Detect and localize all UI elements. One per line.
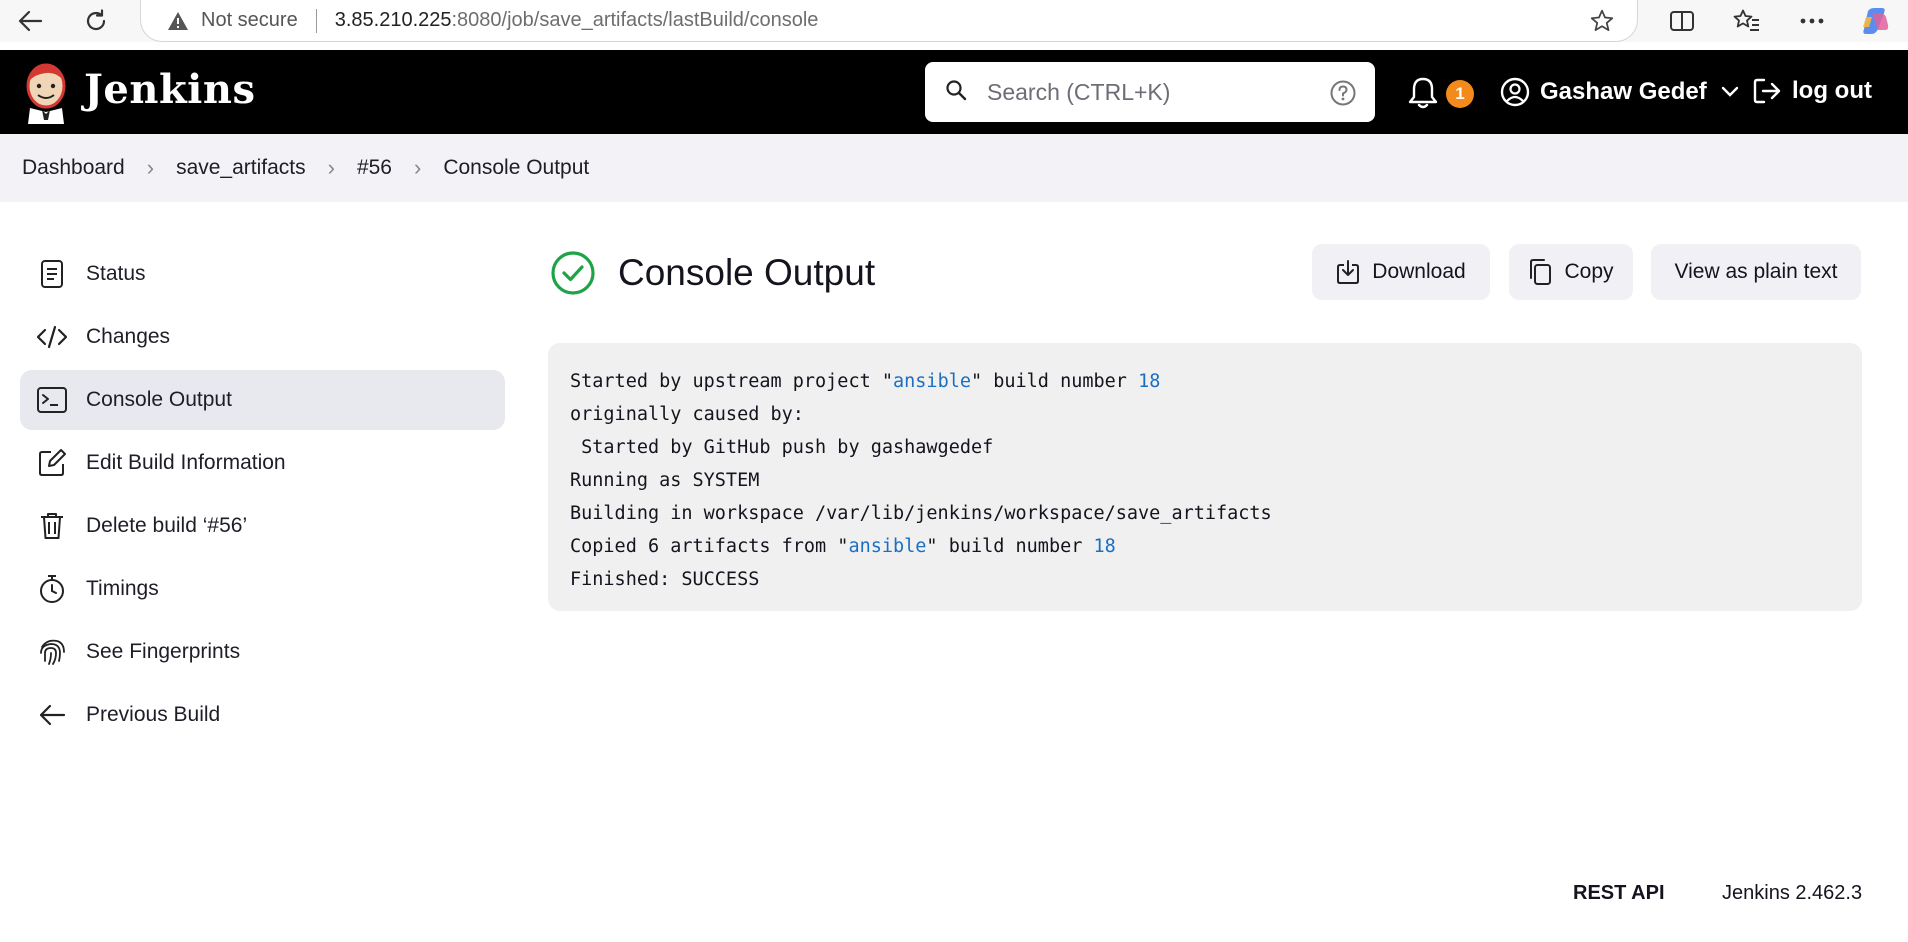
logout-link[interactable]: log out — [1752, 77, 1872, 105]
sidebar-item-label: Console Output — [86, 388, 232, 411]
arrow-left-icon — [36, 699, 68, 731]
view-plain-text-label: View as plain text — [1674, 260, 1838, 283]
notifications-bell-icon[interactable] — [1407, 76, 1439, 115]
console-text: Copied 6 artifacts from " — [570, 536, 849, 557]
sidebar-item-label: Changes — [86, 325, 171, 348]
user-name: Gashaw Gedef — [1540, 78, 1707, 105]
sidebar: Status Changes Console Output Edit Build… — [20, 244, 505, 748]
console-line: originally caused by: — [570, 404, 804, 425]
console-line: Started by upstream project "ansible" bu… — [570, 365, 1840, 398]
user-avatar-icon — [1500, 77, 1530, 107]
build-number-link[interactable]: 18 — [1094, 536, 1116, 557]
rest-api-link[interactable]: REST API — [1573, 882, 1665, 905]
console-text: " build number — [926, 536, 1094, 557]
page-title-text: Console Output — [618, 252, 876, 293]
console-output: Started by upstream project "ansible" bu… — [548, 343, 1862, 611]
browser-toolbar: Not secure 3.85.210.225:8080/job/save_ar… — [0, 0, 1908, 42]
sidebar-item-previous-build[interactable]: Previous Build — [20, 685, 505, 745]
breadcrumb: Dashboard › save_artifacts › #56 › Conso… — [0, 134, 1908, 202]
search-input[interactable] — [987, 78, 1317, 106]
sidebar-item-label: Timings — [86, 577, 159, 600]
warning-icon — [168, 11, 188, 30]
address-bar[interactable]: Not secure 3.85.210.225:8080/job/save_ar… — [140, 0, 1638, 42]
logout-icon — [1753, 78, 1781, 104]
build-number-link[interactable]: 18 — [1138, 371, 1160, 392]
upstream-project-link[interactable]: ansible — [893, 371, 971, 392]
jenkins-brand[interactable]: Jenkins — [84, 66, 255, 113]
user-menu[interactable]: Gashaw Gedef — [1500, 77, 1749, 107]
breadcrumb-current[interactable]: Console Output — [443, 156, 589, 180]
chevron-right-icon: › — [327, 155, 335, 180]
split-screen-icon[interactable] — [1665, 6, 1699, 36]
sidebar-item-edit-build-information[interactable]: Edit Build Information — [20, 433, 505, 493]
view-plain-text-button[interactable]: View as plain text — [1651, 244, 1861, 300]
chevron-right-icon: › — [146, 155, 155, 180]
sidebar-item-label: Previous Build — [86, 703, 221, 726]
console-text: " build number — [970, 371, 1139, 392]
sidebar-item-label: Edit Build Information — [86, 451, 286, 474]
help-icon[interactable] — [1329, 79, 1357, 112]
security-indicator[interactable]: Not secure — [167, 9, 298, 32]
trash-icon — [36, 510, 68, 542]
console-line: Finished: SUCCESS — [570, 569, 760, 590]
not-secure-label: Not secure — [201, 9, 298, 31]
jenkins-version[interactable]: Jenkins 2.462.3 — [1722, 882, 1862, 905]
console-line: Copied 6 artifacts from "ansible" build … — [570, 530, 1840, 563]
fingerprint-icon — [36, 636, 68, 668]
chevron-right-icon: › — [414, 155, 422, 180]
breadcrumb-dashboard[interactable]: Dashboard — [22, 156, 125, 180]
url-path: :8080/job/save_artifacts/lastBuild/conso… — [451, 9, 819, 31]
url-text[interactable]: 3.85.210.225:8080/job/save_artifacts/las… — [335, 9, 819, 32]
download-icon — [1337, 260, 1360, 284]
copy-label: Copy — [1564, 260, 1614, 283]
sidebar-item-timings[interactable]: Timings — [20, 559, 505, 619]
console-line: Running as SYSTEM — [570, 470, 760, 491]
download-label: Download — [1372, 260, 1466, 283]
download-button[interactable]: Download — [1312, 244, 1490, 300]
terminal-icon — [36, 384, 68, 416]
code-icon — [36, 321, 68, 353]
chevron-down-icon[interactable] — [1721, 86, 1739, 98]
breadcrumb-job[interactable]: save_artifacts — [176, 156, 306, 180]
favorites-icon[interactable] — [1730, 6, 1764, 36]
sidebar-item-console-output[interactable]: Console Output — [20, 370, 505, 430]
sidebar-item-label: Status — [86, 262, 146, 285]
sidebar-item-see-fingerprints[interactable]: See Fingerprints — [20, 622, 505, 682]
sidebar-item-delete-build[interactable]: Delete build ‘#56’ — [20, 496, 505, 556]
sidebar-item-status[interactable]: Status — [20, 244, 505, 304]
console-line: Building in workspace /var/lib/jenkins/w… — [570, 503, 1272, 524]
search-icon — [945, 79, 967, 106]
copy-icon — [1530, 259, 1552, 285]
stopwatch-icon — [36, 573, 68, 605]
address-divider — [315, 8, 317, 33]
search-box[interactable] — [925, 62, 1375, 122]
copilot-icon[interactable] — [1858, 6, 1892, 36]
back-icon[interactable] — [14, 6, 46, 36]
upstream-project-link[interactable]: ansible — [848, 536, 926, 557]
success-check-icon — [551, 251, 595, 295]
more-menu-icon[interactable] — [1795, 6, 1829, 36]
sidebar-item-label: Delete build ‘#56’ — [86, 514, 248, 537]
jenkins-logo-icon[interactable] — [22, 62, 70, 124]
page-title: Console Output — [550, 250, 875, 296]
document-icon — [36, 258, 68, 290]
sidebar-item-changes[interactable]: Changes — [20, 307, 505, 367]
copy-button[interactable]: Copy — [1509, 244, 1633, 300]
favorite-star-icon[interactable] — [1589, 8, 1615, 39]
url-host: 3.85.210.225 — [334, 9, 452, 31]
edit-icon — [36, 447, 68, 479]
reload-icon[interactable] — [80, 6, 112, 36]
console-line: Started by GitHub push by gashawgedef — [570, 437, 994, 458]
console-text: Started by upstream project " — [570, 371, 894, 392]
sidebar-item-label: See Fingerprints — [86, 640, 241, 663]
notification-badge[interactable]: 1 — [1446, 80, 1474, 108]
breadcrumb-build[interactable]: #56 — [357, 156, 392, 180]
logout-label: log out — [1792, 77, 1872, 104]
